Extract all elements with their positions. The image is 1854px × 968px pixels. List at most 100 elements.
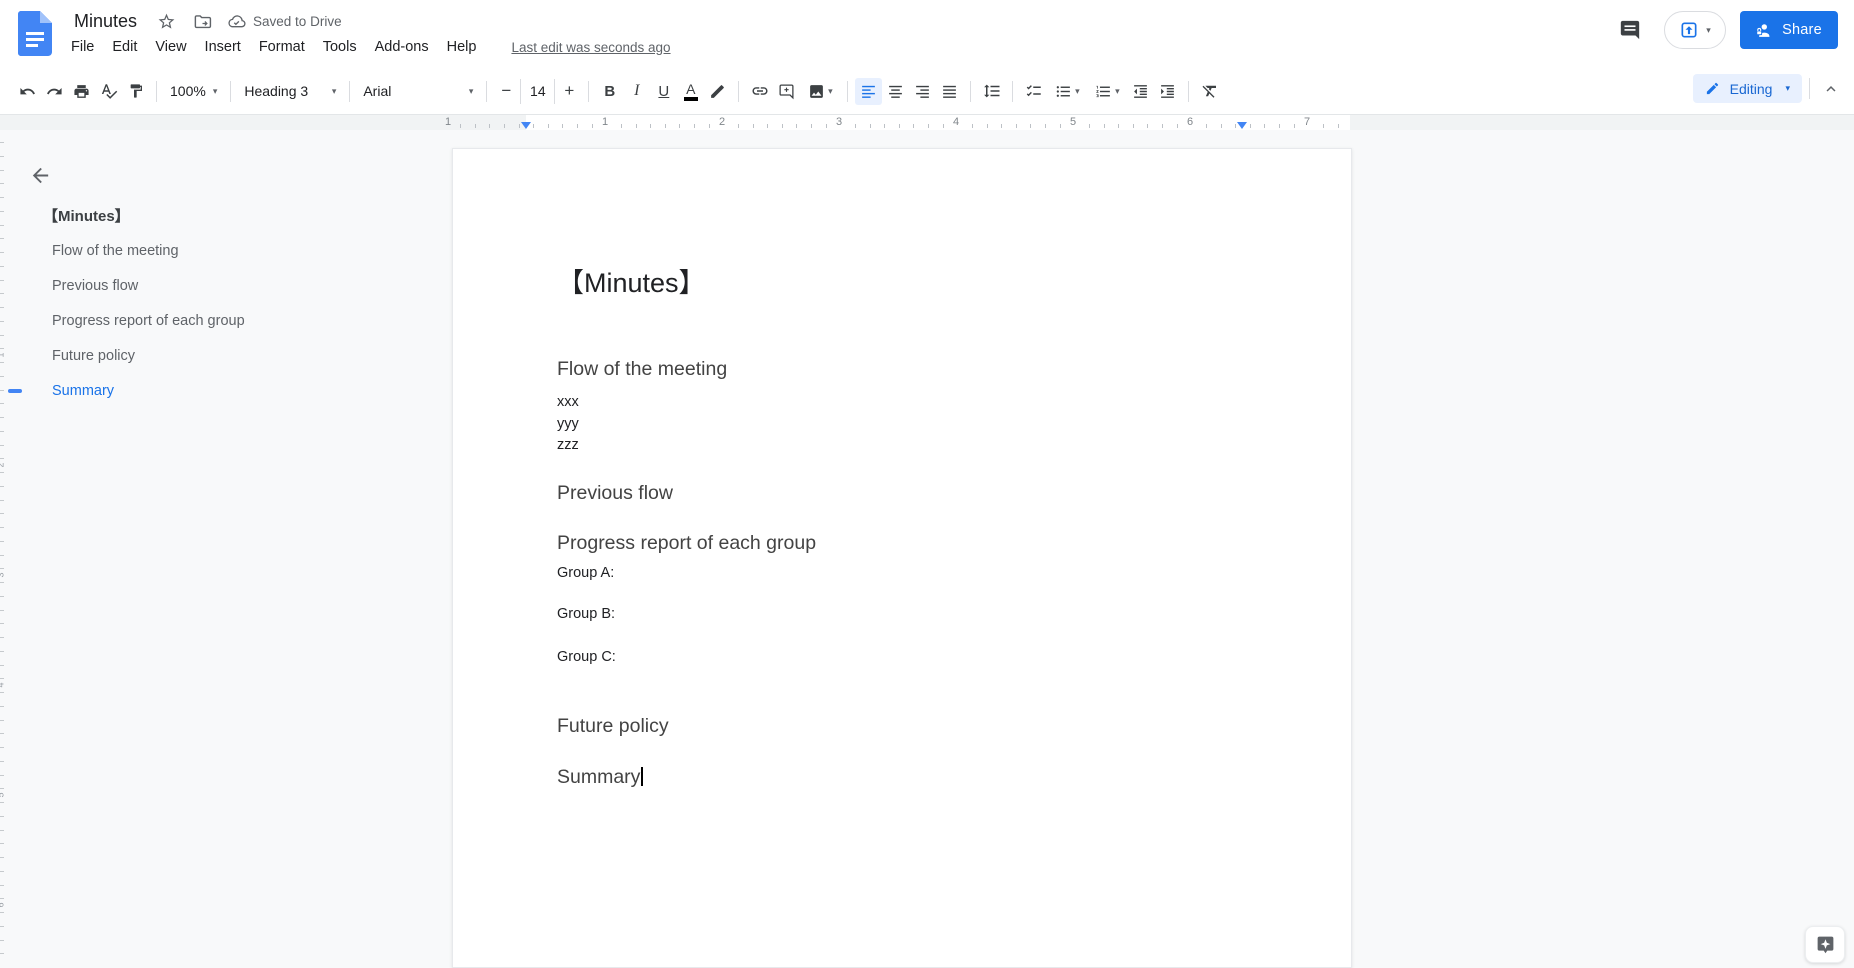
outline-item-label: Progress report of each group (52, 312, 245, 329)
doc-heading[interactable]: Previous flow (557, 481, 1247, 505)
present-button[interactable]: ▾ (1664, 11, 1726, 49)
outline-item-minutes[interactable]: 【Minutes】 (43, 198, 403, 233)
menu-edit[interactable]: Edit (103, 36, 146, 58)
line-spacing-button[interactable] (978, 78, 1005, 105)
decrease-font-size-button[interactable]: − (494, 81, 518, 101)
align-left-button[interactable] (855, 77, 883, 105)
share-lock-person-icon (1756, 23, 1770, 37)
clear-formatting-button[interactable] (1196, 78, 1223, 105)
present-dropdown-icon[interactable]: ▾ (1706, 25, 1711, 36)
doc-title-text[interactable]: 【Minutes】 (557, 265, 1247, 301)
outline-item-label: Summary (52, 382, 115, 399)
text-color-button[interactable]: A (677, 78, 704, 105)
menu-file[interactable]: File (62, 36, 103, 58)
menu-addons[interactable]: Add-ons (366, 36, 438, 58)
underline-button[interactable]: U (650, 78, 677, 105)
saved-status[interactable]: Saved to Drive (227, 12, 342, 31)
doc-paragraph[interactable]: Group C: (557, 647, 1247, 669)
insert-link-button[interactable] (746, 78, 773, 105)
right-indent-marker[interactable] (1237, 122, 1247, 129)
share-button[interactable]: Share (1740, 11, 1838, 49)
numbered-list-button[interactable]: ▾ (1087, 78, 1127, 105)
close-outline-button[interactable] (20, 155, 60, 195)
font-family-select[interactable]: Arial ▾ (357, 78, 479, 105)
outline-item-previous-flow[interactable]: Previous flow (43, 268, 403, 303)
menu-help[interactable]: Help (438, 36, 486, 58)
toolbar-separator (1809, 78, 1810, 99)
ruler-number: 2 (0, 462, 6, 467)
italic-button[interactable]: I (623, 78, 650, 105)
paint-format-button[interactable] (122, 78, 149, 105)
horizontal-ruler[interactable]: 1 1 2 3 4 5 6 7 (0, 115, 1854, 130)
doc-heading[interactable]: Flow of the meeting (557, 357, 1247, 381)
document-title-input[interactable]: Minutes (70, 9, 141, 34)
mode-label: Editing (1729, 80, 1773, 97)
zoom-select[interactable]: 100% ▾ (164, 78, 223, 105)
doc-paragraph[interactable]: yyy (557, 414, 1247, 436)
outline-current-indicator (8, 389, 22, 393)
numbered-list-dropdown-icon: ▾ (1115, 85, 1120, 96)
document-page[interactable]: 【Minutes】 Flow of the meeting xxx yyy zz… (452, 148, 1352, 968)
spellcheck-button[interactable] (95, 78, 122, 105)
page-content: 【Minutes】 Flow of the meeting xxx yyy zz… (453, 149, 1351, 789)
left-indent-marker[interactable] (521, 122, 531, 129)
image-dropdown-icon: ▾ (828, 85, 833, 96)
redo-button[interactable] (41, 78, 68, 105)
undo-icon (20, 87, 35, 94)
doc-heading[interactable]: Future policy (557, 714, 1247, 738)
line-spacing-icon (983, 84, 1000, 98)
comment-icon (1620, 20, 1640, 40)
outline-item-summary[interactable]: Summary (8, 373, 403, 408)
outline-item-flow-of-the-meeting[interactable]: Flow of the meeting (43, 233, 403, 268)
increase-font-size-button[interactable]: + (557, 81, 581, 101)
last-edit-link[interactable]: Last edit was seconds ago (511, 40, 670, 55)
star-button[interactable] (155, 11, 177, 33)
outline-item-progress-report[interactable]: Progress report of each group (43, 303, 403, 338)
print-button[interactable] (68, 78, 95, 105)
font-size-input[interactable]: 14 (520, 78, 556, 104)
outline-item-future-policy[interactable]: Future policy (43, 338, 403, 373)
menu-format[interactable]: Format (250, 36, 314, 58)
justify-button[interactable] (936, 78, 963, 105)
explore-button[interactable] (1805, 926, 1845, 963)
paragraph-style-value: Heading 3 (244, 83, 309, 99)
add-comment-button[interactable] (773, 78, 800, 105)
toolbar-separator (588, 80, 590, 102)
align-center-button[interactable] (882, 78, 909, 105)
mode-select[interactable]: Editing ▾ (1692, 74, 1802, 103)
doc-heading[interactable]: Summary (557, 765, 1247, 789)
bold-button[interactable]: B (596, 78, 623, 105)
doc-heading[interactable]: Progress report of each group (557, 531, 1247, 555)
increase-indent-button[interactable] (1154, 78, 1181, 105)
checklist-button[interactable] (1020, 78, 1047, 105)
menu-view[interactable]: View (146, 36, 195, 58)
paragraph-style-select[interactable]: Heading 3 ▾ (238, 78, 342, 105)
move-to-folder-button[interactable] (191, 11, 213, 33)
undo-button[interactable] (14, 78, 41, 105)
doc-paragraph[interactable]: Group A: (557, 563, 1247, 585)
pencil-icon (1706, 82, 1718, 95)
spellcheck-icon (101, 84, 117, 99)
google-docs-logo-icon[interactable] (18, 11, 52, 56)
menu-bar: File Edit View Insert Format Tools Add-o… (62, 36, 671, 58)
insert-image-button[interactable]: ▾ (800, 78, 840, 105)
doc-paragraph[interactable]: xxx (557, 392, 1247, 414)
menu-insert[interactable]: Insert (196, 36, 250, 58)
collapse-toolbar-button[interactable] (1817, 75, 1844, 102)
text-color-icon: A (683, 82, 698, 101)
saved-status-label: Saved to Drive (253, 14, 342, 29)
bulleted-list-button[interactable]: ▾ (1047, 78, 1087, 105)
toolbar-separator (847, 80, 849, 102)
ruler-number: 5 (0, 792, 6, 797)
toolbar-right-cluster: Editing ▾ (1692, 74, 1844, 103)
decrease-indent-button[interactable] (1127, 78, 1154, 105)
font-family-value: Arial (363, 83, 392, 99)
highlight-color-button[interactable] (704, 78, 731, 105)
doc-paragraph[interactable]: zzz (557, 435, 1247, 457)
open-comments-button[interactable] (1610, 10, 1650, 50)
highlighter-icon (711, 84, 725, 98)
increase-indent-icon (1161, 84, 1175, 98)
menu-tools[interactable]: Tools (314, 36, 366, 58)
doc-paragraph[interactable]: Group B: (557, 604, 1247, 626)
align-right-button[interactable] (909, 78, 936, 105)
